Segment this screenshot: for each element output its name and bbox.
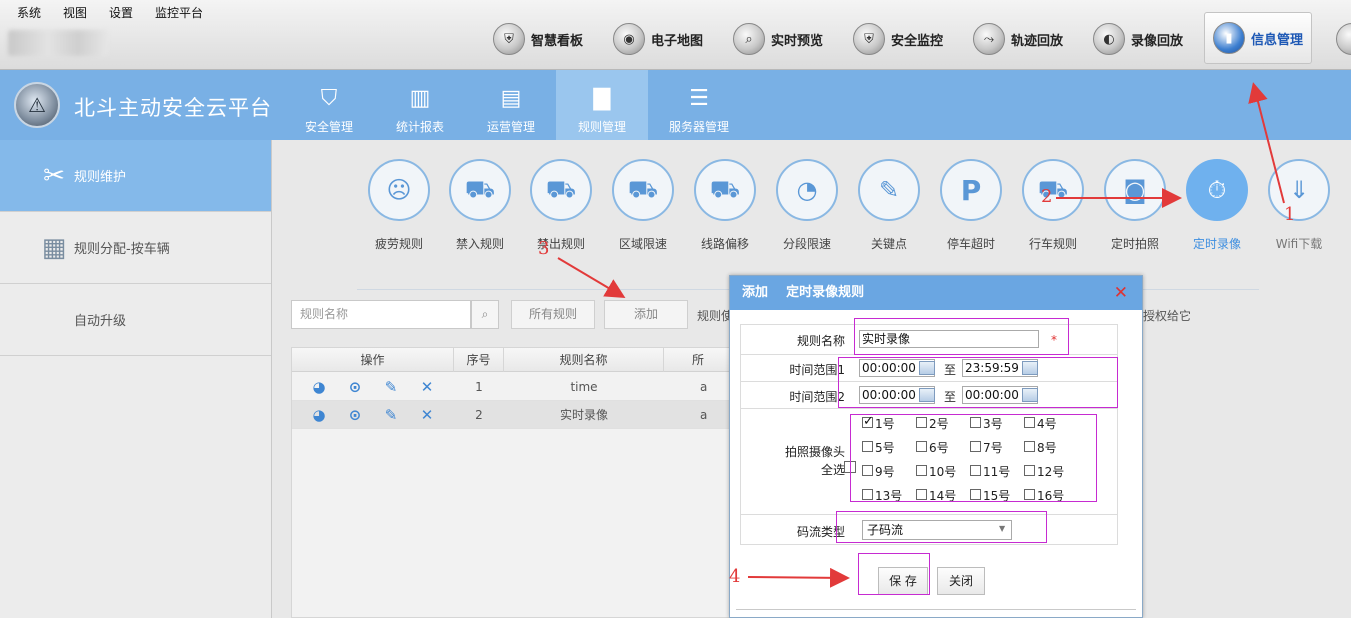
add-button[interactable]: 添加 <box>604 300 688 329</box>
more-icon <box>1336 23 1351 55</box>
no-entry-car-icon: ⛟ <box>449 159 511 221</box>
parking-icon: P <box>940 159 1002 221</box>
topnav-live-preview[interactable]: ⌕ 实时预览 <box>733 16 823 62</box>
highlight-box-name <box>854 318 1069 355</box>
bar-chart-icon: ▥ <box>409 86 431 111</box>
headnav-safety-management[interactable]: ⛉ 安全管理 <box>283 70 375 140</box>
menu-system[interactable]: 系统 <box>17 4 41 21</box>
sliders-icon: ☰ <box>689 86 709 111</box>
track-icon: ⤳ <box>973 23 1005 55</box>
speedometer-icon: ◔ <box>776 159 838 221</box>
delete-icon[interactable]: ✕ <box>418 406 436 424</box>
brand-title: 北斗主动安全云平台 <box>74 96 272 120</box>
annotation-1: 1 <box>1284 204 1296 225</box>
rule-timed-photo[interactable]: ◙ 定时拍照 <box>1102 159 1168 252</box>
highlight-box-time <box>838 357 1118 408</box>
tools-icon: ✂ <box>43 160 65 191</box>
highlight-box-cameras <box>850 414 1097 502</box>
dialog-title: 添加 定时录像规则 <box>730 276 1142 310</box>
timer-video-icon: ⏱ <box>1186 159 1248 221</box>
clipboard-bus-icon: ▦ <box>41 232 67 263</box>
edit-icon[interactable]: ✎ <box>382 378 400 396</box>
shield-outline-icon: ⛉ <box>320 86 338 111</box>
annotation-2: 2 <box>1041 186 1053 207</box>
rule-segment-speed[interactable]: ◔ 分段限速 <box>774 159 840 252</box>
delete-icon[interactable]: ✕ <box>418 378 436 396</box>
wifi-download-icon: ⇓ <box>1268 159 1330 221</box>
rule-wifi-download[interactable]: ⇓ Wifi下载 <box>1266 159 1332 252</box>
sidebar-item-auto-upgrade[interactable]: 自动升级 <box>0 284 271 356</box>
edit-point-icon: ✎ <box>858 159 920 221</box>
rule-timed-video[interactable]: ⏱ 定时录像 <box>1184 159 1250 252</box>
headnav-server-management[interactable]: ☰ 服务器管理 <box>652 70 746 140</box>
sidebar: ✂ 规则维护 ▦ 规则分配-按车辆 自动升级 <box>0 140 272 618</box>
camera-icon: ◙ <box>1104 159 1166 221</box>
area-speed-icon: ⛟ <box>612 159 674 221</box>
operations-icon: ▤ <box>500 86 522 111</box>
topnav-safety-monitor[interactable]: ⛨ 安全监控 <box>853 16 943 62</box>
pie-chart-icon[interactable]: ◕ <box>310 406 328 424</box>
rule-usage-link[interactable]: 规则使 <box>697 307 733 324</box>
topnav-info-management[interactable]: ▮ 信息管理 <box>1204 12 1313 64</box>
rule-area-speed[interactable]: ⛟ 区域限速 <box>610 159 676 252</box>
rule-no-entry[interactable]: ⛟ 禁入规则 <box>447 159 513 252</box>
headnav-operations[interactable]: ▤ 运营管理 <box>465 70 557 140</box>
shield-check-icon: ⛨ <box>853 23 885 55</box>
pie-chart-icon[interactable]: ◕ <box>310 378 328 396</box>
highlight-box-stream <box>836 511 1047 543</box>
no-exit-car-icon: ⛟ <box>530 159 592 221</box>
route-offset-icon: ⛟ <box>694 159 756 221</box>
topnav-more[interactable] <box>1336 16 1351 62</box>
shield-icon: ⛨ <box>493 23 525 55</box>
close-icon[interactable]: ✕ <box>1114 283 1128 303</box>
table-header: 操作 序号 规则名称 所 <box>292 348 740 372</box>
annotation-3: 3 <box>538 238 550 259</box>
authorize-link[interactable]: 授权给它 <box>1143 307 1191 324</box>
search-icon[interactable]: ⌕ <box>471 300 499 329</box>
all-rules-button[interactable]: 所有规则 <box>511 300 595 329</box>
sidebar-item-rule-assign[interactable]: ▦ 规则分配-按车辆 <box>0 212 271 284</box>
map-icon: ◉ <box>613 23 645 55</box>
close-button[interactable]: 关闭 <box>937 567 985 595</box>
top-toolbar: 系统 视图 设置 监控平台 ⛨ 智慧看板 ◉ 电子地图 ⌕ 实时预览 ⛨ 安全监… <box>0 0 1351 70</box>
rule-fatigue[interactable]: ☹ 疲劳规则 <box>366 159 432 252</box>
menu-bar: 系统 视图 设置 监控平台 <box>17 4 225 21</box>
brand-logo-icon: ⚠ <box>14 82 60 128</box>
topnav-video-playback[interactable]: ◐ 录像回放 <box>1093 16 1183 62</box>
divider <box>736 609 1136 610</box>
rules-table: 操作 序号 规则名称 所 ◕ ⊙ ✎ ✕ 1 time a ◕ ⊙ ✎ ✕ 2 … <box>291 347 741 618</box>
menu-view[interactable]: 视图 <box>63 4 87 21</box>
video-icon: ◐ <box>1093 23 1125 55</box>
rule-key-point[interactable]: ✎ 关键点 <box>856 159 922 252</box>
rule-driving[interactable]: ⛟ 行车规则 <box>1020 159 1086 252</box>
app-header: ⚠ 北斗主动安全云平台 ⛉ 安全管理 ▥ 统计报表 ▤ 运营管理 ▇ 规则管理 … <box>0 70 1351 140</box>
blurred-logo <box>8 30 108 56</box>
topnav-map[interactable]: ◉ 电子地图 <box>613 16 703 62</box>
table-row[interactable]: ◕ ⊙ ✎ ✕ 1 time a <box>292 373 740 401</box>
menu-monitor-platform[interactable]: 监控平台 <box>155 4 203 21</box>
table-row[interactable]: ◕ ⊙ ✎ ✕ 2 实时录像 a <box>292 401 740 429</box>
headnav-reports[interactable]: ▥ 统计报表 <box>374 70 466 140</box>
edit-icon[interactable]: ✎ <box>382 406 400 424</box>
rule-route-offset[interactable]: ⛟ 线路偏移 <box>692 159 758 252</box>
highlight-box-save <box>858 553 930 595</box>
topnav-track-playback[interactable]: ⤳ 轨迹回放 <box>973 16 1063 62</box>
chart-icon: ▮ <box>1213 22 1245 54</box>
menu-settings[interactable]: 设置 <box>109 4 133 21</box>
fatigue-icon: ☹ <box>368 159 430 221</box>
driving-rule-icon: ⛟ <box>1022 159 1084 221</box>
headnav-rule-management[interactable]: ▇ 规则管理 <box>556 70 648 140</box>
annotation-4: 4 <box>729 566 741 587</box>
chevron-down-icon[interactable]: ⊙ <box>346 378 364 396</box>
rules-icon: ▇ <box>593 86 611 111</box>
rule-parking-timeout[interactable]: P 停车超时 <box>938 159 1004 252</box>
search-icon: ⌕ <box>733 23 765 55</box>
sidebar-item-rule-maintenance[interactable]: ✂ 规则维护 <box>0 140 271 212</box>
topnav-dashboard[interactable]: ⛨ 智慧看板 <box>493 16 583 62</box>
chevron-down-icon[interactable]: ⊙ <box>346 406 364 424</box>
search-input[interactable]: 规则名称 <box>291 300 471 329</box>
